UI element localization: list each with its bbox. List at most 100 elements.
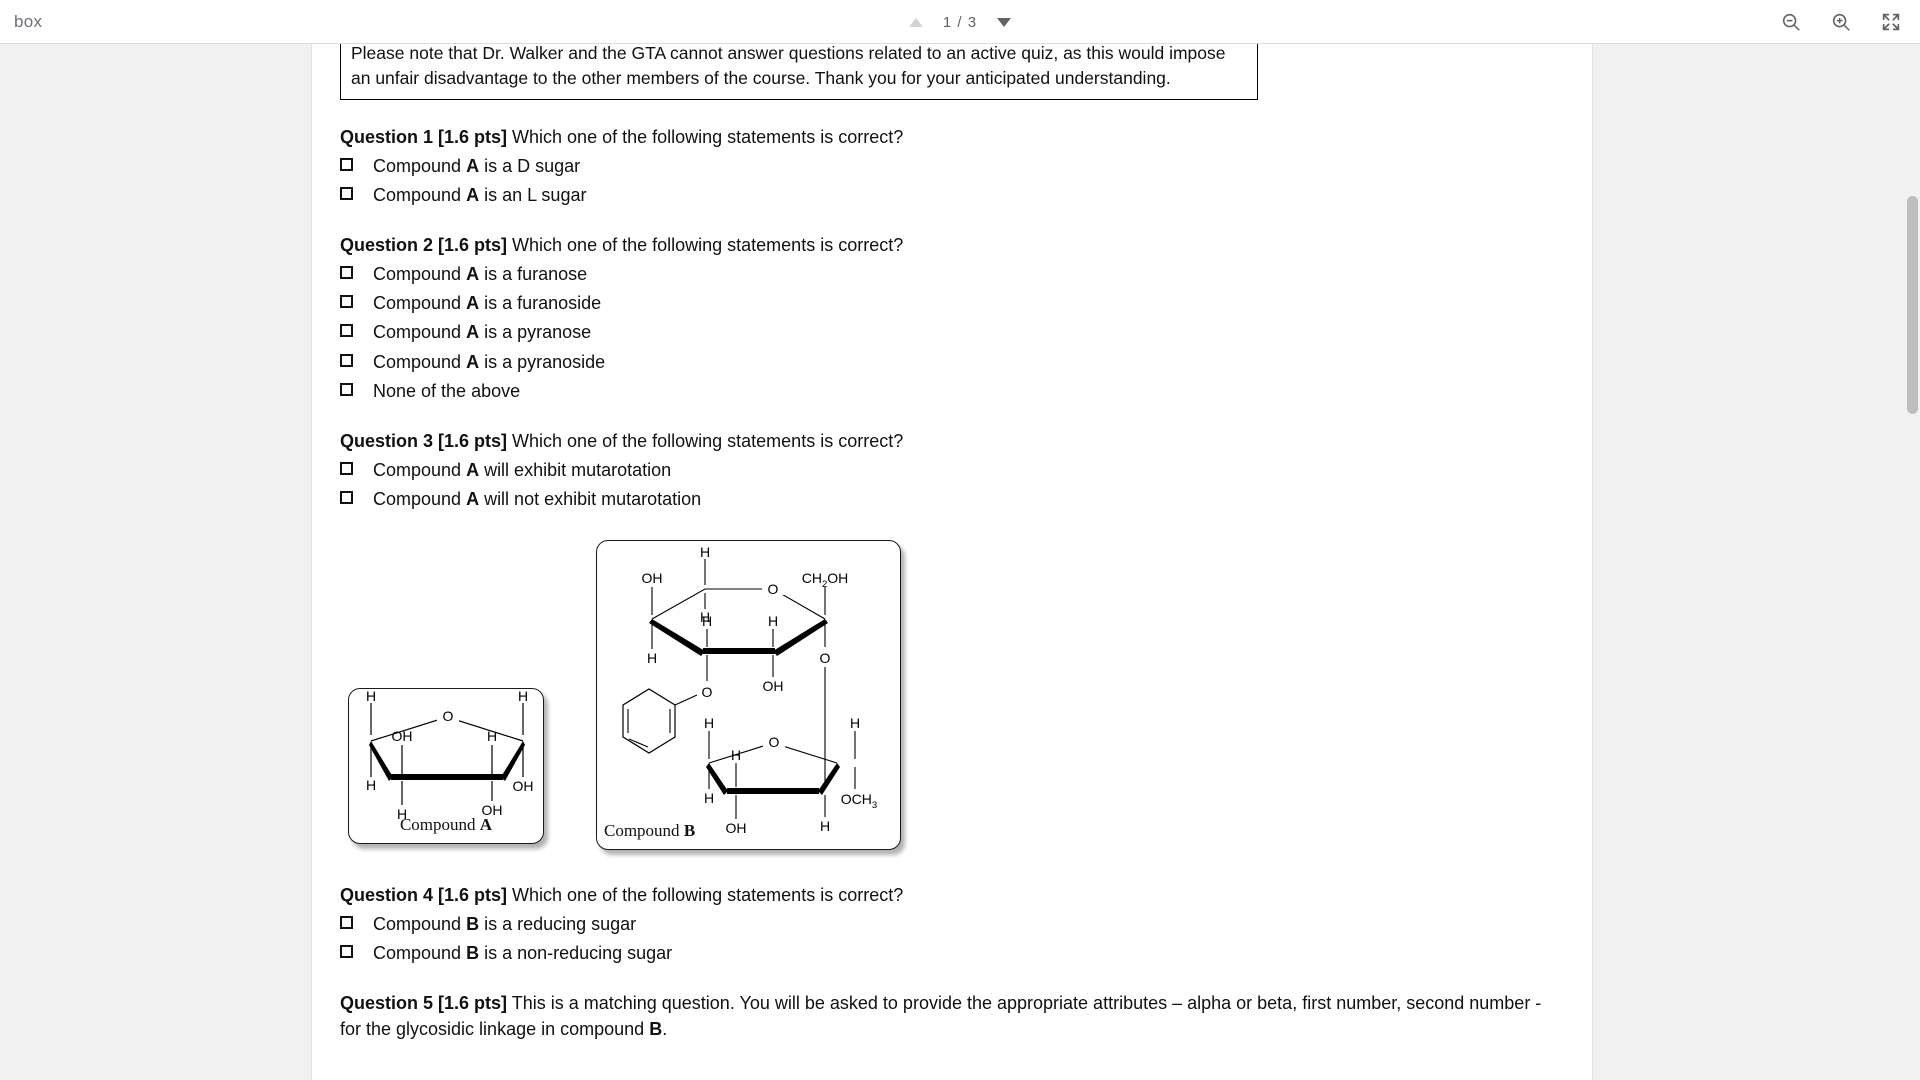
vertical-scrollbar[interactable] — [1905, 88, 1920, 1080]
checkbox-icon[interactable] — [340, 383, 353, 396]
atom-label-H: H — [704, 715, 714, 731]
answer-option-label: Compound A is a pyranoside — [373, 349, 605, 375]
question-heading: Question 5 [1.6 pts] This is a matching … — [340, 991, 1564, 1041]
answer-option-label: Compound A is a D sugar — [373, 153, 580, 179]
question-number: Question 2 [1.6 pts] — [340, 235, 507, 255]
answer-option-label: Compound A will exhibit mutarotation — [373, 457, 671, 483]
question-number: Question 1 [1.6 pts] — [340, 127, 507, 147]
checkbox-icon[interactable] — [340, 187, 353, 200]
atom-label-OH: OH — [392, 728, 413, 744]
atom-label-O: O — [443, 708, 454, 724]
atom-label-CH2OH: CH2OH — [802, 570, 849, 590]
zoom-out-icon[interactable] — [1780, 11, 1802, 33]
compound-reference: B — [466, 943, 479, 963]
chevron-up-icon[interactable] — [909, 18, 923, 27]
atom-label-O: O — [820, 650, 831, 666]
viewer-toolbar: box 1 / 3 — [0, 0, 1920, 44]
page-navigation: 1 / 3 — [909, 0, 1011, 44]
questions-group-top: Question 1 [1.6 pts] Which one of the fo… — [340, 125, 1564, 512]
zoom-in-icon[interactable] — [1830, 11, 1852, 33]
atom-label-H: H — [487, 728, 497, 744]
atom-label-H: H — [518, 688, 528, 704]
compound-a-caption: Compound A — [349, 815, 543, 835]
atom-label-O: O — [702, 684, 713, 700]
questions-group-bottom: Question 4 [1.6 pts] Which one of the fo… — [340, 883, 1564, 1042]
compound-reference: A — [466, 322, 479, 342]
document-page: Please note that Dr. Walker and the GTA … — [312, 44, 1592, 1080]
atom-label-O: O — [769, 734, 780, 750]
checkbox-icon[interactable] — [340, 491, 353, 504]
atom-label-OCH3: OCH3 — [841, 791, 877, 811]
fullscreen-icon[interactable] — [1880, 11, 1902, 33]
atom-label-H: H — [731, 747, 741, 763]
atom-label-OH: OH — [642, 570, 663, 586]
instructor-note: Please note that Dr. Walker and the GTA … — [340, 44, 1258, 100]
question-heading: Question 4 [1.6 pts] Which one of the fo… — [340, 883, 1564, 908]
question-block: Question 1 [1.6 pts] Which one of the fo… — [340, 125, 1564, 208]
question-block: Question 2 [1.6 pts] Which one of the fo… — [340, 233, 1564, 404]
answer-option[interactable]: Compound A will exhibit mutarotation — [340, 457, 1564, 483]
checkbox-icon[interactable] — [340, 354, 353, 367]
question-number: Question 5 [1.6 pts] — [340, 993, 507, 1013]
compound-reference: A — [466, 264, 479, 284]
answer-option-label: Compound A is a pyranose — [373, 319, 591, 345]
compound-reference: A — [466, 352, 479, 372]
answer-option[interactable]: None of the above — [340, 378, 1564, 404]
question-heading: Question 3 [1.6 pts] Which one of the fo… — [340, 429, 1564, 454]
checkbox-icon[interactable] — [340, 945, 353, 958]
checkbox-icon[interactable] — [340, 324, 353, 337]
compound-b-figure: O H H OH H H O H OH CH2OH O O H H H OH H… — [596, 540, 901, 850]
compound-reference: A — [466, 185, 479, 205]
brand-logo[interactable]: box — [14, 12, 42, 32]
answer-option-label: None of the above — [373, 378, 520, 404]
answer-option-label: Compound A will not exhibit mutarotation — [373, 486, 701, 512]
answer-option[interactable]: Compound A will not exhibit mutarotation — [340, 486, 1564, 512]
atom-label-H: H — [768, 613, 778, 629]
chevron-down-icon[interactable] — [997, 18, 1011, 27]
atom-label-H: H — [647, 650, 657, 666]
compound-reference: A — [466, 156, 479, 176]
scrollbar-thumb[interactable] — [1907, 196, 1918, 414]
answer-option[interactable]: Compound A is a D sugar — [340, 153, 1564, 179]
answer-option[interactable]: Compound A is a pyranose — [340, 319, 1564, 345]
answer-option[interactable]: Compound A is a pyranoside — [340, 349, 1564, 375]
question-number: Question 4 [1.6 pts] — [340, 885, 507, 905]
answer-option[interactable]: Compound A is a furanose — [340, 261, 1564, 287]
compound-reference: B — [466, 914, 479, 934]
document-viewer[interactable]: Please note that Dr. Walker and the GTA … — [0, 44, 1920, 1080]
atom-label-H: H — [700, 544, 710, 560]
question-number: Question 3 [1.6 pts] — [340, 431, 507, 451]
atom-label-H: H — [704, 790, 714, 806]
quiz-content: Please note that Dr. Walker and the GTA … — [340, 44, 1564, 1042]
compound-reference: A — [466, 489, 479, 509]
atom-label-H: H — [702, 613, 712, 629]
question-heading: Question 2 [1.6 pts] Which one of the fo… — [340, 233, 1564, 258]
checkbox-icon[interactable] — [340, 266, 353, 279]
answer-option[interactable]: Compound B is a reducing sugar — [340, 911, 1564, 937]
answer-option-label: Compound B is a non-reducing sugar — [373, 940, 672, 966]
checkbox-icon[interactable] — [340, 295, 353, 308]
compound-reference: A — [466, 460, 479, 480]
answer-option-label: Compound A is a furanoside — [373, 290, 601, 316]
atom-label-OH: OH — [763, 678, 784, 694]
answer-option-label: Compound A is a furanose — [373, 261, 587, 287]
checkbox-icon[interactable] — [340, 158, 353, 171]
atom-label-H: H — [366, 777, 376, 793]
toolbar-actions — [1780, 0, 1902, 44]
answer-option-label: Compound A is an L sugar — [373, 182, 586, 208]
structure-figures: O H H OH H H OH H OH O H H OH H H O H OH… — [340, 528, 1564, 858]
compound-reference: A — [466, 293, 479, 313]
compound-a-figure: O H H OH H H OH H OH — [348, 688, 544, 844]
page-indicator: 1 / 3 — [939, 14, 981, 31]
atom-label-O: O — [768, 581, 779, 597]
atom-label-H: H — [820, 818, 830, 834]
atom-label-H: H — [850, 715, 860, 731]
answer-option-label: Compound B is a reducing sugar — [373, 911, 636, 937]
question-heading: Question 1 [1.6 pts] Which one of the fo… — [340, 125, 1564, 150]
answer-option[interactable]: Compound A is an L sugar — [340, 182, 1564, 208]
checkbox-icon[interactable] — [340, 916, 353, 929]
checkbox-icon[interactable] — [340, 462, 353, 475]
question-block: Question 4 [1.6 pts] Which one of the fo… — [340, 883, 1564, 966]
answer-option[interactable]: Compound A is a furanoside — [340, 290, 1564, 316]
answer-option[interactable]: Compound B is a non-reducing sugar — [340, 940, 1564, 966]
